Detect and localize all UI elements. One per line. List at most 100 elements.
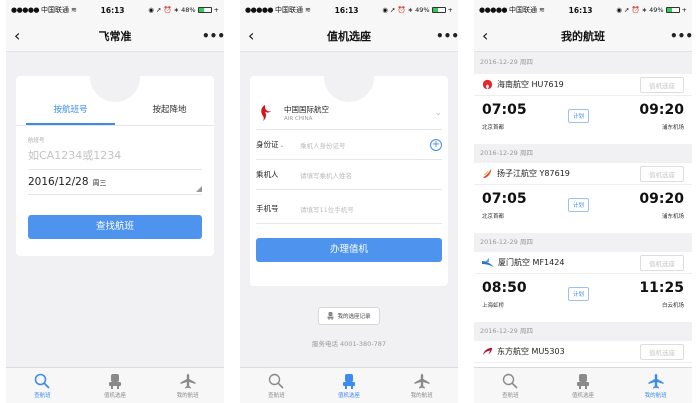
back-icon[interactable]: ‹	[14, 27, 28, 44]
phone-checkin: ●●●●● 中国联通 ≋ 16:13 ◉ ➚ ⏰ ∗ 49% + ‹ 值机选座 ••• …	[240, 0, 458, 403]
add-passenger-icon[interactable]: +	[430, 138, 442, 151]
carrier: 中国联通	[509, 6, 538, 14]
tab-search[interactable]: 查航班	[474, 368, 547, 403]
tab-my-flights[interactable]: 我的航班	[619, 368, 692, 403]
airline-selector[interactable]: 中国国际航空 AIR CHINA ⌄	[256, 96, 442, 130]
back-icon[interactable]: ‹	[248, 27, 262, 44]
plane-icon	[648, 373, 664, 388]
flight-date-header: 2016-12-29 周四	[480, 58, 533, 66]
battery-icon	[431, 7, 446, 13]
departure-airport: 北京首都	[482, 125, 505, 131]
hainan-airlines-logo-icon	[482, 79, 493, 90]
tab-my-flights[interactable]: 我的航班	[385, 368, 458, 403]
service-phone[interactable]: 服务电话 4001-380-787	[240, 338, 458, 348]
weekday: 周三	[92, 179, 107, 187]
arrival-airport: 白云机场	[661, 303, 684, 309]
flight-number-label: 航班号	[28, 138, 45, 144]
airline-name-cn: 中国国际航空	[284, 104, 329, 114]
arrival-airport: 浦东机场	[661, 125, 684, 131]
seat-select-button[interactable]: 值机选座	[640, 165, 684, 182]
plane-icon	[414, 373, 430, 388]
search-icon	[35, 373, 50, 389]
seat-small-icon	[327, 312, 334, 320]
battery-percent: 49%	[649, 6, 664, 14]
tab-label: 查航班	[502, 392, 519, 399]
departure-airport: 北京首都	[482, 214, 505, 220]
wifi-icon: ≋	[539, 6, 545, 14]
charging-icon: +	[213, 6, 219, 14]
flight-card[interactable]: 东方航空 MU5303 值机选座	[474, 341, 692, 367]
search-flight-button[interactable]: 查找航班	[28, 215, 202, 239]
tab-my-flights[interactable]: 我的航班	[151, 368, 224, 403]
chevron-down-icon: ⌄	[279, 142, 285, 149]
nav-bar: ‹ 我的航班 •••	[474, 20, 692, 52]
tab-checkin[interactable]: 值机选座	[313, 368, 386, 403]
date-picker[interactable]: 2016/12/28 周三	[28, 176, 202, 195]
phone-number-row: 手机号 请填写11位手机号	[256, 194, 442, 224]
passenger-name-label: 乘机人	[256, 170, 279, 179]
flight-card[interactable]: 扬子江航空 Y87619 值机选座 07:05 北京首都 计划 09:20 浦东…	[474, 163, 692, 233]
id-type-selector[interactable]: 身份证⌄	[256, 139, 290, 150]
search-icon	[269, 373, 284, 389]
card-notch	[324, 52, 374, 102]
arrival-airport: 浦东机场	[661, 214, 684, 220]
page-title: 我的航班	[561, 29, 605, 43]
status-time: 16:13	[334, 5, 359, 15]
phone-number-label: 手机号	[256, 204, 279, 213]
passenger-name-row: 乘机人 请填写乘机人姓名	[256, 160, 442, 190]
tab-checkin[interactable]: 值机选座	[547, 368, 620, 403]
departure-airport: 上海虹桥	[482, 303, 505, 309]
flight-card[interactable]: 海南航空 HU7619 值机选座 07:05 北京首都 计划 09:20 浦东机…	[474, 74, 692, 144]
back-icon[interactable]: ‹	[482, 27, 496, 44]
battery-icon	[197, 7, 212, 13]
seat-select-button[interactable]: 值机选座	[640, 254, 684, 271]
passenger-name-input[interactable]: 请填写乘机人姓名	[300, 170, 442, 180]
status-icons: ◉ ➚ ⏰ ∗	[382, 6, 414, 14]
page-title: 值机选座	[327, 29, 371, 43]
more-icon[interactable]: •••	[202, 29, 224, 43]
seat-icon	[343, 373, 355, 389]
id-number-input[interactable]: 乘机人身份证号	[300, 140, 430, 150]
tab-search[interactable]: 查航班	[6, 368, 79, 403]
airline-flight-number: 厦门航空 MF1424	[498, 258, 565, 267]
charging-icon: +	[447, 6, 453, 14]
airline-name-en: AIR CHINA	[284, 115, 313, 122]
xiamen-airlines-logo-icon	[482, 257, 494, 267]
status-badge: 计划	[568, 109, 590, 123]
plane-icon	[180, 373, 196, 388]
arrival-time: 09:20	[639, 102, 684, 118]
tab-checkin[interactable]: 值机选座	[79, 368, 152, 403]
phone-number-input[interactable]: 请填写11位手机号	[300, 204, 442, 214]
checkin-button[interactable]: 办理值机	[256, 238, 442, 262]
tab-search[interactable]: 查航班	[240, 368, 313, 403]
airline-flight-number: 扬子江航空 Y87619	[497, 169, 570, 178]
flight-date-header: 2016-12-29 周四	[480, 327, 533, 335]
departure-time: 08:50	[482, 280, 527, 296]
tab-by-city[interactable]: 按起降地	[125, 98, 214, 125]
flight-date-header: 2016-12-29 周四	[480, 149, 533, 157]
phone-flight-search: ●●●●● 中国联通 ≋ 16:13 ◉ ➚ ⏰ ∗ 48% + ‹ 飞常准 ••• 按…	[6, 0, 224, 403]
page-title: 飞常准	[98, 29, 132, 43]
tab-label: 我的航班	[410, 392, 433, 399]
wifi-icon: ≋	[71, 6, 77, 14]
battery-icon	[665, 7, 680, 13]
flight-number-input[interactable]: 如CA1234或1234	[28, 147, 202, 170]
tab-label: 我的航班	[644, 392, 667, 399]
seat-select-button[interactable]: 值机选座	[640, 343, 684, 360]
status-bar: ●●●●● 中国联通 ≋ 16:13 ◉ ➚ ⏰ ∗ 49% +	[240, 0, 458, 20]
status-bar: ●●●●● 中国联通 ≋ 16:13 ◉ ➚ ⏰ ∗ 48% +	[6, 0, 224, 20]
status-time: 16:13	[100, 5, 125, 15]
tab-label: 查航班	[34, 392, 51, 399]
tab-by-flight-number[interactable]: 按航班号	[26, 98, 115, 125]
more-icon[interactable]: •••	[670, 29, 692, 43]
flight-card[interactable]: 厦门航空 MF1424 值机选座 08:50 上海虹桥 计划 11:25 白云机…	[474, 252, 692, 322]
signal-icon: ●●●●●	[245, 6, 274, 14]
more-icon[interactable]: •••	[436, 29, 458, 43]
signal-icon: ●●●●●	[11, 6, 40, 14]
seat-record-button[interactable]: 我的选座记录	[318, 307, 380, 325]
status-time: 16:13	[568, 5, 593, 15]
arrival-time: 09:20	[639, 191, 684, 207]
seat-select-button[interactable]: 值机选座	[640, 76, 684, 93]
seat-icon	[109, 373, 121, 389]
airline-flight-number: 东方航空 MU5303	[497, 347, 565, 356]
